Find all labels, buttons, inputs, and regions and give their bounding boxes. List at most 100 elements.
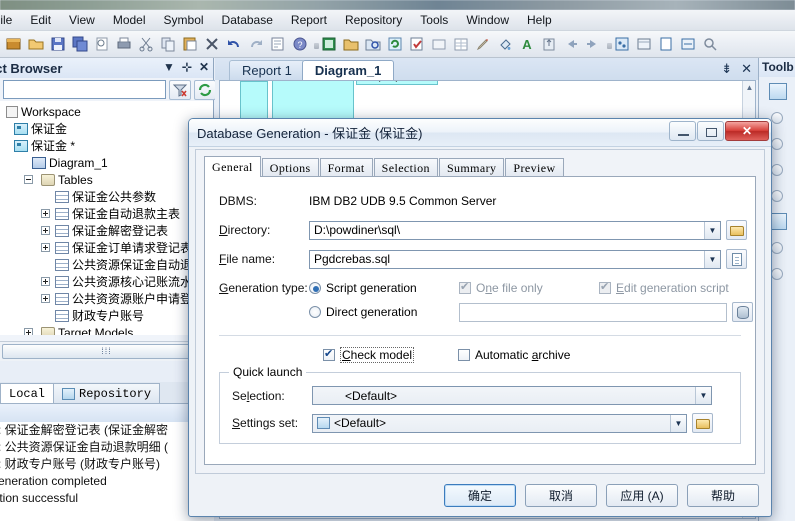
zoom-icon[interactable] [700,34,720,54]
apply-button[interactable]: 应用 (A) [606,483,678,507]
cancel-button[interactable]: 取消 [525,483,597,507]
tree-expand-toggle[interactable] [24,328,33,335]
tree-item-tables-folder[interactable]: Tables [0,171,213,188]
close-button[interactable]: ✕ [725,121,769,141]
help-icon[interactable]: ? [290,34,310,54]
find-icon[interactable] [363,34,383,54]
rectangle-icon[interactable] [429,34,449,54]
check-model-icon[interactable] [407,34,427,54]
filter-input[interactable] [3,80,167,99]
automatic-archive-checkbox[interactable]: Automatic archive [458,348,570,362]
tree-collapse-toggle[interactable] [24,175,33,184]
tab-repository[interactable]: Repository [53,383,161,403]
tab-summary[interactable]: Summary [438,158,505,177]
chevron-down-icon[interactable]: ▼ [704,250,720,268]
tree-item-workspace[interactable]: Workspace [0,103,213,120]
menu-item-database[interactable]: Database [213,11,282,29]
tree-item-table[interactable]: 公共资源核心记账流水 [0,273,213,290]
minimize-button[interactable] [669,121,696,141]
browser-horizontal-scrollbar[interactable]: ⁞⁞⁞ [0,341,213,361]
new-package-icon[interactable] [341,34,361,54]
new-model-icon[interactable] [4,34,24,54]
pencil-icon[interactable] [473,34,493,54]
tree-item-model-2[interactable]: 保证金 * [0,137,213,154]
browse-directory-button[interactable] [726,220,747,240]
checkbox-indicator[interactable] [599,280,611,294]
panel-menu-icon[interactable]: ▼ [163,60,175,74]
help-button[interactable]: 帮助 [687,483,759,507]
check-model-checkbox[interactable]: Check model [323,347,458,363]
direct-generation-target-input[interactable] [459,302,727,322]
link-icon[interactable] [678,34,698,54]
tree-item-table[interactable]: 保证金公共参数 [0,188,213,205]
selection-combo[interactable]: <Default> ▼ [312,386,712,405]
menu-item-help[interactable]: Help [518,11,561,29]
forward-icon[interactable] [583,34,603,54]
ok-button[interactable]: 确定 [444,483,516,507]
chevron-down-icon[interactable]: ▼ [704,221,720,239]
object-tree[interactable]: Workspace 保证金 保证金 * Diagram_1 Tables 保证金… [0,101,213,335]
settings-set-combo[interactable]: <Default> ▼ [312,413,687,433]
tree-item-table[interactable]: 保证金订单请求登记表 [0,239,213,256]
fill-color-icon[interactable] [495,34,515,54]
open-icon[interactable] [26,34,46,54]
tree-expand-toggle[interactable] [41,209,50,218]
menu-item-tools[interactable]: Tools [411,11,457,29]
tree-item-table[interactable]: 公共资源保证金自动退 [0,256,213,273]
tab-local[interactable]: Local [0,383,55,403]
tree-item-table[interactable]: 公共资资源账户申请登 [0,290,213,307]
menu-item-view[interactable]: View [60,11,104,29]
save-all-icon[interactable] [70,34,90,54]
refresh-icon[interactable] [385,34,405,54]
properties-icon[interactable] [268,34,288,54]
print-preview-icon[interactable] [92,34,112,54]
checkbox-indicator[interactable] [458,349,470,361]
undo-icon[interactable] [224,34,244,54]
font-color-icon[interactable]: A [517,34,537,54]
palette-icon[interactable] [765,80,790,103]
edit-generation-script-checkbox[interactable]: Edit generation script [599,280,729,295]
menu-item-file[interactable]: File [0,11,21,29]
tree-item-table[interactable]: 保证金解密登记表 [0,222,213,239]
tree-expand-toggle[interactable] [41,226,50,235]
tab-diagram-1[interactable]: Diagram_1 [301,60,395,80]
checkbox-indicator[interactable] [323,347,335,361]
checkbox-indicator[interactable] [459,280,471,294]
tab-options[interactable]: Options [261,158,319,177]
table-shape[interactable] [240,81,268,121]
save-icon[interactable] [48,34,68,54]
tree-item-table[interactable]: 财政专户账号 [0,307,213,324]
tree-expand-toggle[interactable] [41,277,50,286]
print-icon[interactable] [114,34,134,54]
directory-combo[interactable]: D:\powdiner\sql\ ▼ [309,220,721,240]
delete-icon[interactable] [202,34,222,54]
panel-pin-icon[interactable]: ⊹ [182,60,192,74]
radio-indicator[interactable] [309,306,321,318]
tab-report-1[interactable]: Report 1 [229,60,305,80]
panel-close-icon[interactable]: ✕ [199,60,209,74]
tree-item-model-1[interactable]: 保证金 [0,120,213,137]
dialog-title-bar[interactable]: Database Generation - 保证金 (保证金) ✕ [189,119,771,147]
chevron-down-icon[interactable]: ▼ [670,414,686,432]
view-icon[interactable] [634,34,654,54]
tree-expand-toggle[interactable] [41,294,50,303]
menu-item-repository[interactable]: Repository [336,11,411,29]
menu-item-window[interactable]: Window [457,11,518,29]
tab-preview[interactable]: Preview [505,158,564,177]
grid-icon[interactable] [451,34,471,54]
radio-indicator[interactable] [309,282,321,294]
refresh-icon[interactable] [194,79,217,100]
tree-expand-toggle[interactable] [41,243,50,252]
note-icon[interactable] [656,34,676,54]
menu-item-report[interactable]: Report [282,11,336,29]
script-generation-radio[interactable]: Script generation [309,281,459,295]
table-shape[interactable] [272,81,354,121]
filter-icon[interactable] [169,79,192,100]
tab-general[interactable]: General [204,156,261,177]
file-name-combo[interactable]: Pgdcrebas.sql ▼ [309,249,721,269]
tab-format[interactable]: Format [319,158,373,177]
tree-item-target-models[interactable]: Target Models [0,324,213,335]
menu-item-symbol[interactable]: Symbol [155,11,213,29]
tab-close-icon[interactable]: ✕ [741,61,752,77]
copy-icon[interactable] [158,34,178,54]
